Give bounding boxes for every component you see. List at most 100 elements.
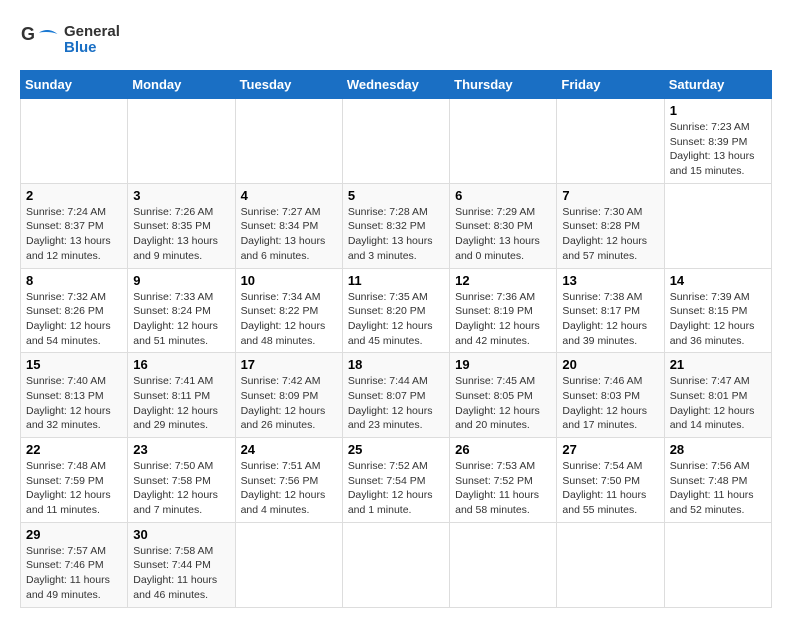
day-info: Sunrise: 7:56 AMSunset: 7:48 PMDaylight:… <box>670 459 766 518</box>
day-info: Sunrise: 7:36 AMSunset: 8:19 PMDaylight:… <box>455 290 551 349</box>
day-header: Tuesday <box>235 71 342 99</box>
calendar-cell <box>21 99 128 184</box>
day-header: Sunday <box>21 71 128 99</box>
day-info: Sunrise: 7:35 AMSunset: 8:20 PMDaylight:… <box>348 290 444 349</box>
calendar-cell: 2 Sunrise: 7:24 AMSunset: 8:37 PMDaylight… <box>21 183 128 268</box>
page-header: G General Blue <box>20 20 772 60</box>
calendar-cell: 11 Sunrise: 7:35 AMSunset: 8:20 PMDayligh… <box>342 268 449 353</box>
day-number: 30 <box>133 527 229 542</box>
day-info: Sunrise: 7:40 AMSunset: 8:13 PMDaylight:… <box>26 374 122 433</box>
calendar-cell <box>450 522 557 607</box>
day-number: 5 <box>348 188 444 203</box>
calendar-cell: 10 Sunrise: 7:34 AMSunset: 8:22 PMDayligh… <box>235 268 342 353</box>
calendar-cell: 12 Sunrise: 7:36 AMSunset: 8:19 PMDayligh… <box>450 268 557 353</box>
logo-svg: G <box>20 20 60 60</box>
calendar-cell <box>342 522 449 607</box>
calendar-cell: 18Sunrise: 7:44 AMSunset: 8:07 PMDayligh… <box>342 353 449 438</box>
calendar-cell: 23 Sunrise: 7:50 AMSunset: 7:58 PMDayligh… <box>128 438 235 523</box>
calendar-cell: 17Sunrise: 7:42 AMSunset: 8:09 PMDayligh… <box>235 353 342 438</box>
day-info: Sunrise: 7:45 AMSunset: 8:05 PMDaylight:… <box>455 374 551 433</box>
calendar-cell <box>557 522 664 607</box>
day-number: 1 <box>670 103 766 118</box>
day-header: Friday <box>557 71 664 99</box>
day-info: Sunrise: 7:41 AMSunset: 8:11 PMDaylight:… <box>133 374 229 433</box>
day-number: 29 <box>26 527 122 542</box>
day-info: Sunrise: 7:30 AMSunset: 8:28 PMDaylight:… <box>562 205 658 264</box>
day-info: Sunrise: 7:50 AMSunset: 7:58 PMDaylight:… <box>133 459 229 518</box>
day-info: Sunrise: 7:44 AMSunset: 8:07 PMDaylight:… <box>348 374 444 433</box>
day-number: 7 <box>562 188 658 203</box>
day-number: 22 <box>26 442 122 457</box>
calendar-cell: 20 Sunrise: 7:46 AMSunset: 8:03 PMDayligh… <box>557 353 664 438</box>
day-info: Sunrise: 7:24 AMSunset: 8:37 PMDaylight:… <box>26 205 122 264</box>
calendar-cell <box>664 522 771 607</box>
day-number: 23 <box>133 442 229 457</box>
day-number: 28 <box>670 442 766 457</box>
day-info: Sunrise: 7:38 AMSunset: 8:17 PMDaylight:… <box>562 290 658 349</box>
calendar-cell: 28 Sunrise: 7:56 AMSunset: 7:48 PMDayligh… <box>664 438 771 523</box>
day-info: Sunrise: 7:51 AMSunset: 7:56 PMDaylight:… <box>241 459 337 518</box>
day-number: 4 <box>241 188 337 203</box>
calendar-cell <box>557 99 664 184</box>
day-info: Sunrise: 7:33 AMSunset: 8:24 PMDaylight:… <box>133 290 229 349</box>
day-number: 27 <box>562 442 658 457</box>
day-header: Saturday <box>664 71 771 99</box>
calendar-cell <box>664 183 771 268</box>
calendar-cell: 4 Sunrise: 7:27 AMSunset: 8:34 PMDaylight… <box>235 183 342 268</box>
day-number: 19 <box>455 357 551 372</box>
calendar-cell: 19 Sunrise: 7:45 AMSunset: 8:05 PMDayligh… <box>450 353 557 438</box>
calendar-cell: 22 Sunrise: 7:48 AMSunset: 7:59 PMDayligh… <box>21 438 128 523</box>
calendar-cell: 16 Sunrise: 7:41 AMSunset: 8:11 PMDayligh… <box>128 353 235 438</box>
day-number: 26 <box>455 442 551 457</box>
day-info: Sunrise: 7:48 AMSunset: 7:59 PMDaylight:… <box>26 459 122 518</box>
day-info: Sunrise: 7:47 AMSunset: 8:01 PMDaylight:… <box>670 374 766 433</box>
day-number: 24 <box>241 442 337 457</box>
calendar-cell: 21Sunrise: 7:47 AMSunset: 8:01 PMDayligh… <box>664 353 771 438</box>
day-info: Sunrise: 7:27 AMSunset: 8:34 PMDaylight:… <box>241 205 337 264</box>
day-info: Sunrise: 7:34 AMSunset: 8:22 PMDaylight:… <box>241 290 337 349</box>
day-info: Sunrise: 7:57 AMSunset: 7:46 PMDaylight:… <box>26 544 122 603</box>
day-number: 20 <box>562 357 658 372</box>
calendar-cell: 29 Sunrise: 7:57 AMSunset: 7:46 PMDayligh… <box>21 522 128 607</box>
calendar-cell: 3Sunrise: 7:26 AMSunset: 8:35 PMDaylight… <box>128 183 235 268</box>
calendar-cell: 13 Sunrise: 7:38 AMSunset: 8:17 PMDayligh… <box>557 268 664 353</box>
calendar-cell <box>128 99 235 184</box>
calendar-cell: 15Sunrise: 7:40 AMSunset: 8:13 PMDayligh… <box>21 353 128 438</box>
calendar-cell <box>450 99 557 184</box>
day-number: 10 <box>241 273 337 288</box>
logo: G General Blue <box>20 20 120 60</box>
day-info: Sunrise: 7:52 AMSunset: 7:54 PMDaylight:… <box>348 459 444 518</box>
day-info: Sunrise: 7:23 AMSunset: 8:39 PMDaylight:… <box>670 120 766 179</box>
day-number: 14 <box>670 273 766 288</box>
day-info: Sunrise: 7:39 AMSunset: 8:15 PMDaylight:… <box>670 290 766 349</box>
day-number: 6 <box>455 188 551 203</box>
day-info: Sunrise: 7:32 AMSunset: 8:26 PMDaylight:… <box>26 290 122 349</box>
calendar-cell: 25Sunrise: 7:52 AMSunset: 7:54 PMDayligh… <box>342 438 449 523</box>
calendar: SundayMondayTuesdayWednesdayThursdayFrid… <box>20 70 772 608</box>
day-number: 2 <box>26 188 122 203</box>
calendar-cell: 6 Sunrise: 7:29 AMSunset: 8:30 PMDaylight… <box>450 183 557 268</box>
calendar-cell: 1 Sunrise: 7:23 AMSunset: 8:39 PMDaylight… <box>664 99 771 184</box>
day-info: Sunrise: 7:58 AMSunset: 7:44 PMDaylight:… <box>133 544 229 603</box>
calendar-cell: 27 Sunrise: 7:54 AMSunset: 7:50 PMDayligh… <box>557 438 664 523</box>
calendar-cell: 5 Sunrise: 7:28 AMSunset: 8:32 PMDaylight… <box>342 183 449 268</box>
day-info: Sunrise: 7:28 AMSunset: 8:32 PMDaylight:… <box>348 205 444 264</box>
calendar-cell <box>235 522 342 607</box>
calendar-cell: 7 Sunrise: 7:30 AMSunset: 8:28 PMDaylight… <box>557 183 664 268</box>
day-number: 9 <box>133 273 229 288</box>
day-header: Wednesday <box>342 71 449 99</box>
day-info: Sunrise: 7:26 AMSunset: 8:35 PMDaylight:… <box>133 205 229 264</box>
calendar-cell: 9 Sunrise: 7:33 AMSunset: 8:24 PMDaylight… <box>128 268 235 353</box>
day-header: Thursday <box>450 71 557 99</box>
calendar-cell: 14 Sunrise: 7:39 AMSunset: 8:15 PMDayligh… <box>664 268 771 353</box>
calendar-cell: 24 Sunrise: 7:51 AMSunset: 7:56 PMDayligh… <box>235 438 342 523</box>
day-info: Sunrise: 7:46 AMSunset: 8:03 PMDaylight:… <box>562 374 658 433</box>
day-info: Sunrise: 7:54 AMSunset: 7:50 PMDaylight:… <box>562 459 658 518</box>
day-info: Sunrise: 7:29 AMSunset: 8:30 PMDaylight:… <box>455 205 551 264</box>
day-number: 13 <box>562 273 658 288</box>
day-number: 12 <box>455 273 551 288</box>
day-number: 11 <box>348 273 444 288</box>
day-header: Monday <box>128 71 235 99</box>
day-info: Sunrise: 7:42 AMSunset: 8:09 PMDaylight:… <box>241 374 337 433</box>
day-number: 16 <box>133 357 229 372</box>
